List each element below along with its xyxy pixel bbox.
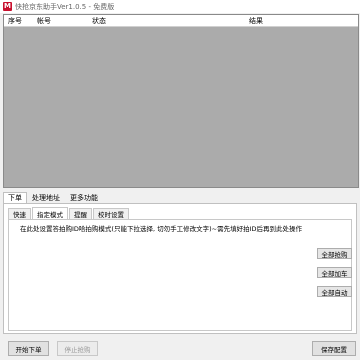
start-order-button[interactable]: 开始下单 bbox=[8, 341, 49, 356]
buy-all-button[interactable]: 全部抢购 bbox=[317, 248, 352, 259]
specified-mode-panel: 在此处设置答拍购ID哈拍购模式(只能下拉选择, 切勿手工修改文字)~需先填好拍I… bbox=[8, 219, 352, 331]
sub-tab-strip: 快速 指定模式 提醒 校时设置 bbox=[8, 207, 130, 219]
tab-quick[interactable]: 快速 bbox=[8, 208, 31, 219]
column-header-index[interactable]: 序号 bbox=[8, 16, 22, 26]
order-panel: 快速 指定模式 提醒 校时设置 在此处设置答拍购ID哈拍购模式(只能下拉选择, … bbox=[3, 203, 357, 334]
add-all-to-cart-button[interactable]: 全部加车 bbox=[317, 267, 352, 278]
column-header-result[interactable]: 结果 bbox=[249, 16, 263, 26]
instruction-text: 在此处设置答拍购ID哈拍购模式(只能下拉选择, 切勿手工修改文字)~需先填好拍I… bbox=[20, 225, 302, 233]
stop-buying-button[interactable]: 停止抢购 bbox=[57, 341, 98, 356]
column-header-account[interactable]: 帐号 bbox=[37, 16, 51, 26]
title-bar: M 快抢京东助手Ver1.0.5 - 免费版 bbox=[0, 0, 360, 13]
window-title: 快抢京东助手Ver1.0.5 - 免费版 bbox=[15, 2, 115, 11]
column-header-status[interactable]: 状态 bbox=[92, 16, 106, 26]
tab-time-sync[interactable]: 校时设置 bbox=[93, 208, 129, 219]
save-config-button[interactable]: 保存配置 bbox=[312, 341, 356, 356]
auto-all-button[interactable]: 全部自动 bbox=[317, 286, 352, 297]
accounts-table[interactable]: 序号 帐号 状态 结果 bbox=[3, 14, 359, 188]
table-header: 序号 帐号 状态 结果 bbox=[4, 15, 358, 27]
tab-reminder[interactable]: 提醒 bbox=[69, 208, 92, 219]
app-logo-icon: M bbox=[3, 2, 12, 11]
tab-specified-mode[interactable]: 指定模式 bbox=[32, 207, 68, 219]
